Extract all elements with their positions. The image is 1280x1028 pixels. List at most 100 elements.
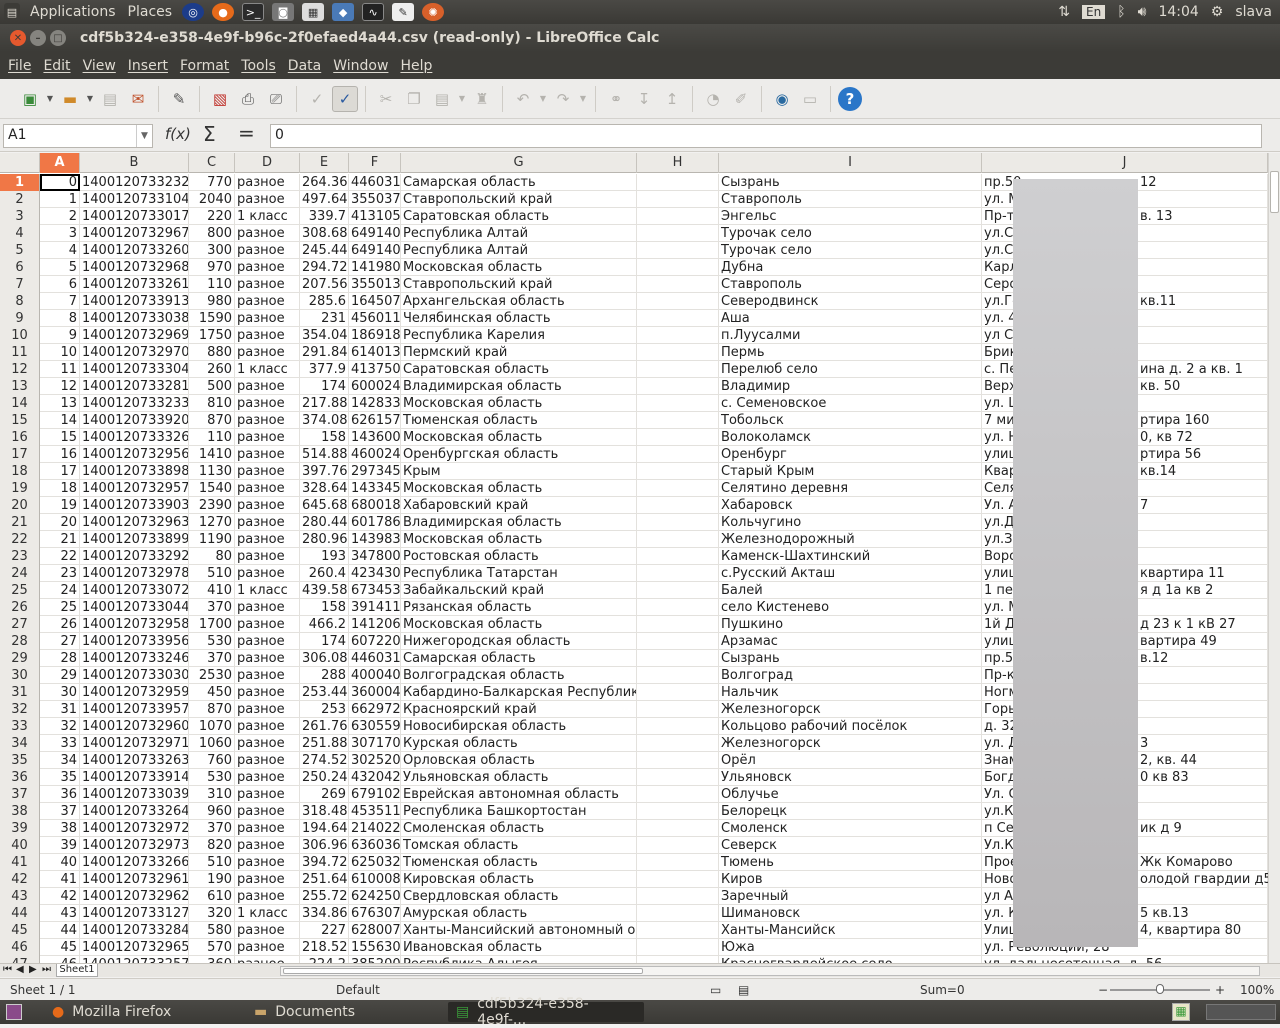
cell-c[interactable]: 1270 <box>189 514 235 531</box>
user-name[interactable]: slava <box>1235 4 1272 20</box>
cell-i[interactable]: село Кистенево <box>719 599 982 616</box>
row-header[interactable]: 25 <box>0 582 40 599</box>
sum-display[interactable]: Sum=0 <box>920 983 965 997</box>
close-window-button[interactable]: ✕ <box>10 30 26 46</box>
cell-j-tail[interactable]: ртира 160 <box>1138 412 1268 429</box>
cell-c[interactable]: 1410 <box>189 446 235 463</box>
cell-i[interactable]: Железнодорожный <box>719 531 982 548</box>
cell-f[interactable]: 614013 <box>349 344 401 361</box>
cell-e[interactable]: 253.44 <box>300 684 349 701</box>
cell-j-tail[interactable] <box>1138 803 1268 820</box>
cell-j-tail[interactable]: 0, кв 72 <box>1138 429 1268 446</box>
cell-j-tail[interactable] <box>1138 667 1268 684</box>
cell-c[interactable]: 1130 <box>189 463 235 480</box>
cell-g[interactable]: Кировская область <box>401 871 637 888</box>
cell-g[interactable]: Московская область <box>401 480 637 497</box>
cell-c[interactable]: 500 <box>189 378 235 395</box>
cell-j-tail[interactable] <box>1138 344 1268 361</box>
cell-f[interactable]: 649140 <box>349 225 401 242</box>
cell-i[interactable]: Энгельс <box>719 208 982 225</box>
cell-j-tail[interactable] <box>1138 480 1268 497</box>
cell-c[interactable]: 570 <box>189 939 235 956</box>
cell-j-tail[interactable]: 3 <box>1138 735 1268 752</box>
cell-b[interactable]: 14001207329690 <box>80 327 189 344</box>
cell-j-tail[interactable]: я д 1а кв 2 <box>1138 582 1268 599</box>
cell-c[interactable]: 80 <box>189 548 235 565</box>
cell-h[interactable] <box>637 497 719 514</box>
cell-c[interactable]: 980 <box>189 293 235 310</box>
cell-a[interactable]: 30 <box>40 684 80 701</box>
cell-b[interactable]: 14001207329737 <box>80 837 189 854</box>
cell-c[interactable]: 1070 <box>189 718 235 735</box>
cell-j-tail[interactable]: олодой гвардии д5 кв <box>1138 871 1268 888</box>
cell-e[interactable]: 174 <box>300 378 349 395</box>
cell-i[interactable]: Облучье <box>719 786 982 803</box>
cell-a[interactable]: 5 <box>40 259 80 276</box>
column-header-e[interactable]: E <box>300 153 349 173</box>
cell-g[interactable]: Свердловская область <box>401 888 637 905</box>
row-header[interactable]: 30 <box>0 667 40 684</box>
cell-f[interactable]: 385200 <box>349 956 401 963</box>
cell-b[interactable]: 14001207329560 <box>80 446 189 463</box>
cell-f[interactable]: 662972 <box>349 701 401 718</box>
cell-g[interactable]: Тюменская область <box>401 854 637 871</box>
cell-d[interactable]: разное <box>235 310 300 327</box>
cell-b[interactable]: 14001207329652 <box>80 939 189 956</box>
cell-e[interactable]: 280.96 <box>300 531 349 548</box>
cell-f[interactable]: 649140 <box>349 242 401 259</box>
cell-f[interactable]: 143600 <box>349 429 401 446</box>
system-monitor-icon[interactable]: ∿ <box>362 3 385 21</box>
cell-g[interactable]: Республика Башкортостан <box>401 803 637 820</box>
cell-j-tail[interactable]: кв.14 <box>1138 463 1268 480</box>
cell-j-tail[interactable]: кв. 50 <box>1138 378 1268 395</box>
cell-h[interactable] <box>637 905 719 922</box>
edit-mode-icon[interactable]: ✎ <box>166 86 192 112</box>
cell-e[interactable]: 207.56 <box>300 276 349 293</box>
cell-e[interactable]: 194.64 <box>300 820 349 837</box>
cell-f[interactable]: 453511 <box>349 803 401 820</box>
cell-i[interactable]: Ставрополь <box>719 276 982 293</box>
cell-f[interactable]: 141206 <box>349 616 401 633</box>
cell-a[interactable]: 9 <box>40 327 80 344</box>
cell-d[interactable]: разное <box>235 293 300 310</box>
row-header[interactable]: 12 <box>0 361 40 378</box>
cell-f[interactable]: 423430 <box>349 565 401 582</box>
cell-j-tail[interactable] <box>1138 259 1268 276</box>
cell-a[interactable]: 44 <box>40 922 80 939</box>
new-dropdown-icon[interactable]: ▼ <box>45 86 55 112</box>
cell-d[interactable]: разное <box>235 735 300 752</box>
cell-f[interactable]: 676307 <box>349 905 401 922</box>
row-header[interactable]: 6 <box>0 259 40 276</box>
cell-f[interactable]: 302520 <box>349 752 401 769</box>
cell-h[interactable] <box>637 208 719 225</box>
cell-h[interactable] <box>637 684 719 701</box>
cell-a[interactable]: 0 <box>40 174 80 191</box>
cell-e[interactable]: 218.52 <box>300 939 349 956</box>
cell-f[interactable]: 400040 <box>349 667 401 684</box>
cell-c[interactable]: 1190 <box>189 531 235 548</box>
cell-h[interactable] <box>637 616 719 633</box>
cell-h[interactable] <box>637 225 719 242</box>
row-header[interactable]: 42 <box>0 871 40 888</box>
cell-a[interactable]: 1 <box>40 191 80 208</box>
cell-b[interactable]: 14001207329621 <box>80 888 189 905</box>
row-header[interactable]: 8 <box>0 293 40 310</box>
cell-c[interactable]: 530 <box>189 633 235 650</box>
cell-c[interactable]: 370 <box>189 820 235 837</box>
cell-h[interactable] <box>637 276 719 293</box>
cell-i[interactable]: Смоленск <box>719 820 982 837</box>
cell-e[interactable]: 231 <box>300 310 349 327</box>
cell-b[interactable]: 14001207329638 <box>80 514 189 531</box>
cell-b[interactable]: 14001207332331 <box>80 395 189 412</box>
zoom-level[interactable]: 100% <box>1240 983 1274 997</box>
cell-e[interactable]: 158 <box>300 429 349 446</box>
row-header[interactable]: 36 <box>0 769 40 786</box>
cell-d[interactable]: разное <box>235 463 300 480</box>
row-header[interactable]: 33 <box>0 718 40 735</box>
cell-e[interactable]: 339.7 <box>300 208 349 225</box>
cell-c[interactable]: 260 <box>189 361 235 378</box>
cell-e[interactable]: 334.86 <box>300 905 349 922</box>
cell-i[interactable]: Заречный <box>719 888 982 905</box>
cell-d[interactable]: разное <box>235 769 300 786</box>
cell-h[interactable] <box>637 633 719 650</box>
